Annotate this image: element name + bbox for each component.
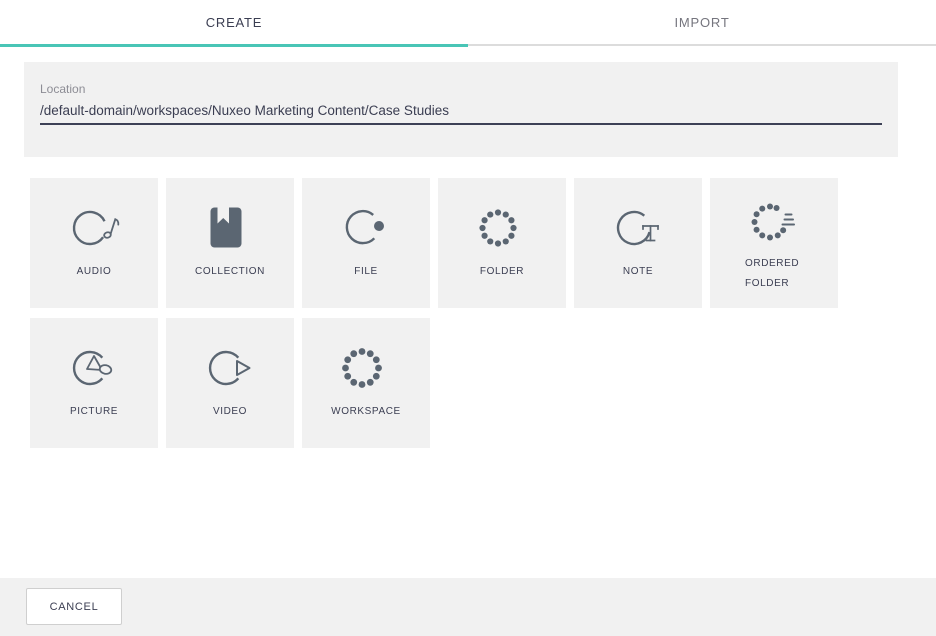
tile-video[interactable]: VIDEO xyxy=(166,318,294,448)
video-icon xyxy=(204,344,256,392)
workspace-icon xyxy=(340,344,392,392)
tile-label: AUDIO xyxy=(77,266,112,278)
tile-note[interactable]: NOTE xyxy=(574,178,702,308)
tile-label: WORKSPACE xyxy=(331,406,401,418)
tile-picture[interactable]: PICTURE xyxy=(30,318,158,448)
picture-icon xyxy=(68,344,120,392)
tile-label: COLLECTION xyxy=(195,266,265,278)
tile-label: ORDERED FOLDER xyxy=(745,254,803,294)
tile-file[interactable]: FILE xyxy=(302,178,430,308)
tile-label: FILE xyxy=(354,266,378,278)
ordered-folder-icon xyxy=(748,198,800,246)
tile-audio[interactable]: AUDIO xyxy=(30,178,158,308)
location-panel: Location /default-domain/workspaces/Nuxe… xyxy=(24,62,898,157)
tab-divider-line xyxy=(468,44,936,46)
tile-label: FOLDER xyxy=(480,266,524,278)
active-tab-underline xyxy=(0,44,468,47)
footer-bar: CANCEL xyxy=(0,578,936,636)
tile-collection[interactable]: COLLECTION xyxy=(166,178,294,308)
file-icon xyxy=(340,204,392,252)
audio-icon xyxy=(68,204,120,252)
tab-import[interactable]: IMPORT xyxy=(468,0,936,44)
tile-workspace[interactable]: WORKSPACE xyxy=(302,318,430,448)
tile-folder[interactable]: FOLDER xyxy=(438,178,566,308)
doc-type-grid: AUDIO COLLECTION FILE xyxy=(30,178,846,448)
tile-label: PICTURE xyxy=(70,406,118,418)
tile-ordered-folder[interactable]: ORDERED FOLDER xyxy=(710,178,838,308)
tile-label: NOTE xyxy=(623,266,653,278)
folder-icon xyxy=(476,204,528,252)
location-path-field[interactable]: /default-domain/workspaces/Nuxeo Marketi… xyxy=(40,103,882,125)
cancel-button[interactable]: CANCEL xyxy=(26,588,122,625)
location-label: Location xyxy=(40,82,882,96)
tile-label: VIDEO xyxy=(213,406,247,418)
tab-bar: CREATE IMPORT xyxy=(0,0,936,47)
note-icon xyxy=(612,204,664,252)
tab-create[interactable]: CREATE xyxy=(0,0,468,44)
collection-icon xyxy=(204,204,256,252)
